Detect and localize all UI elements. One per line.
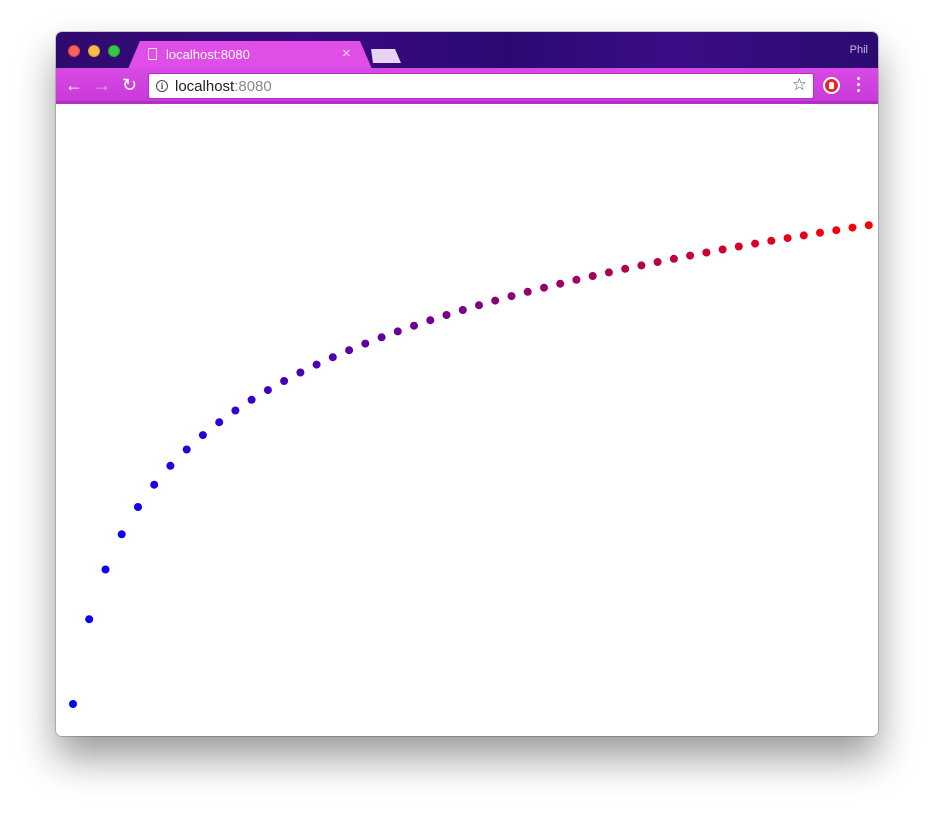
curve-dot bbox=[328, 353, 337, 362]
curve-dot bbox=[393, 327, 402, 336]
curve-dot bbox=[345, 346, 354, 355]
info-icon[interactable]: i bbox=[156, 80, 168, 92]
star-icon[interactable]: ☆ bbox=[792, 75, 807, 95]
browser-window: localhost:8080 × Phil ← → ↻ i localhost:… bbox=[56, 32, 878, 736]
curve-dot bbox=[816, 228, 824, 237]
curve-dot bbox=[475, 301, 483, 310]
curve-dot bbox=[491, 296, 500, 305]
curve-dot bbox=[604, 268, 613, 277]
profile-name[interactable]: Phil bbox=[850, 44, 868, 56]
curve-dot bbox=[101, 565, 110, 574]
curve-dot bbox=[361, 339, 370, 348]
curve-dot bbox=[669, 254, 678, 263]
curve-dot bbox=[134, 503, 142, 511]
curve-dot bbox=[864, 221, 873, 230]
curve-dot bbox=[426, 316, 435, 325]
curve-dot bbox=[117, 530, 126, 539]
curve-dot bbox=[751, 239, 760, 248]
tab-active[interactable]: localhost:8080 × bbox=[128, 41, 372, 69]
page-icon bbox=[148, 48, 157, 60]
dot-curve bbox=[69, 221, 873, 708]
curve-dot bbox=[215, 418, 224, 427]
curve-dot bbox=[734, 242, 743, 251]
maximize-window-button[interactable] bbox=[108, 45, 120, 57]
curve-dot bbox=[507, 292, 516, 301]
curve-dot bbox=[767, 236, 776, 245]
curve-dot bbox=[312, 360, 321, 369]
curve-dot bbox=[540, 283, 548, 292]
curve-dot bbox=[182, 445, 191, 454]
address-bar[interactable]: i localhost:8080 ☆ bbox=[148, 73, 814, 99]
curve-dot bbox=[198, 431, 207, 440]
curve-dot bbox=[653, 258, 662, 266]
new-tab-button[interactable] bbox=[371, 49, 401, 63]
curve-dot bbox=[247, 395, 256, 404]
curve-dot bbox=[166, 461, 175, 470]
curve-dot bbox=[263, 386, 272, 395]
title-bar: localhost:8080 × Phil bbox=[56, 32, 878, 69]
curve-dot bbox=[85, 615, 94, 624]
curve-dot bbox=[556, 279, 565, 288]
curve-dot bbox=[296, 368, 305, 377]
curve-dot bbox=[621, 264, 630, 273]
curve-dot bbox=[150, 480, 159, 489]
curve-dot bbox=[848, 223, 857, 232]
back-arrow-icon[interactable]: ← bbox=[65, 74, 83, 96]
curve-dot bbox=[588, 272, 597, 280]
url-text[interactable]: localhost:8080 bbox=[175, 78, 272, 95]
minimize-window-button[interactable] bbox=[88, 45, 100, 57]
curve-dot bbox=[458, 306, 467, 314]
page-viewport bbox=[56, 104, 878, 736]
curve-dot bbox=[702, 248, 711, 257]
curve-dot bbox=[832, 226, 841, 235]
curve-dot bbox=[718, 245, 727, 254]
curve-dot bbox=[442, 311, 451, 319]
url-port: :8080 bbox=[234, 78, 272, 95]
curve-dot bbox=[686, 251, 695, 260]
url-host: localhost bbox=[175, 78, 235, 95]
tab-close-icon[interactable]: × bbox=[342, 45, 351, 63]
tab-title: localhost:8080 bbox=[166, 47, 250, 62]
browser-toolbar: ← → ↻ i localhost:8080 ☆ bbox=[56, 68, 878, 104]
curve-dot bbox=[69, 700, 77, 708]
curve-dot bbox=[377, 333, 386, 342]
curve-dot bbox=[799, 231, 808, 240]
curve-dot bbox=[572, 275, 581, 284]
curve-dot bbox=[410, 321, 418, 330]
curve-dot bbox=[231, 406, 240, 415]
curve-dot bbox=[280, 377, 289, 385]
reload-icon[interactable]: ↻ bbox=[122, 74, 137, 96]
close-window-button[interactable] bbox=[68, 45, 80, 57]
forward-arrow-icon[interactable]: → bbox=[93, 74, 111, 96]
adblock-extension-icon[interactable] bbox=[823, 77, 840, 94]
curve-dot bbox=[637, 261, 646, 270]
curve-dot bbox=[523, 287, 532, 296]
curve-dot bbox=[783, 234, 792, 243]
kebab-menu-icon[interactable] bbox=[857, 77, 861, 95]
